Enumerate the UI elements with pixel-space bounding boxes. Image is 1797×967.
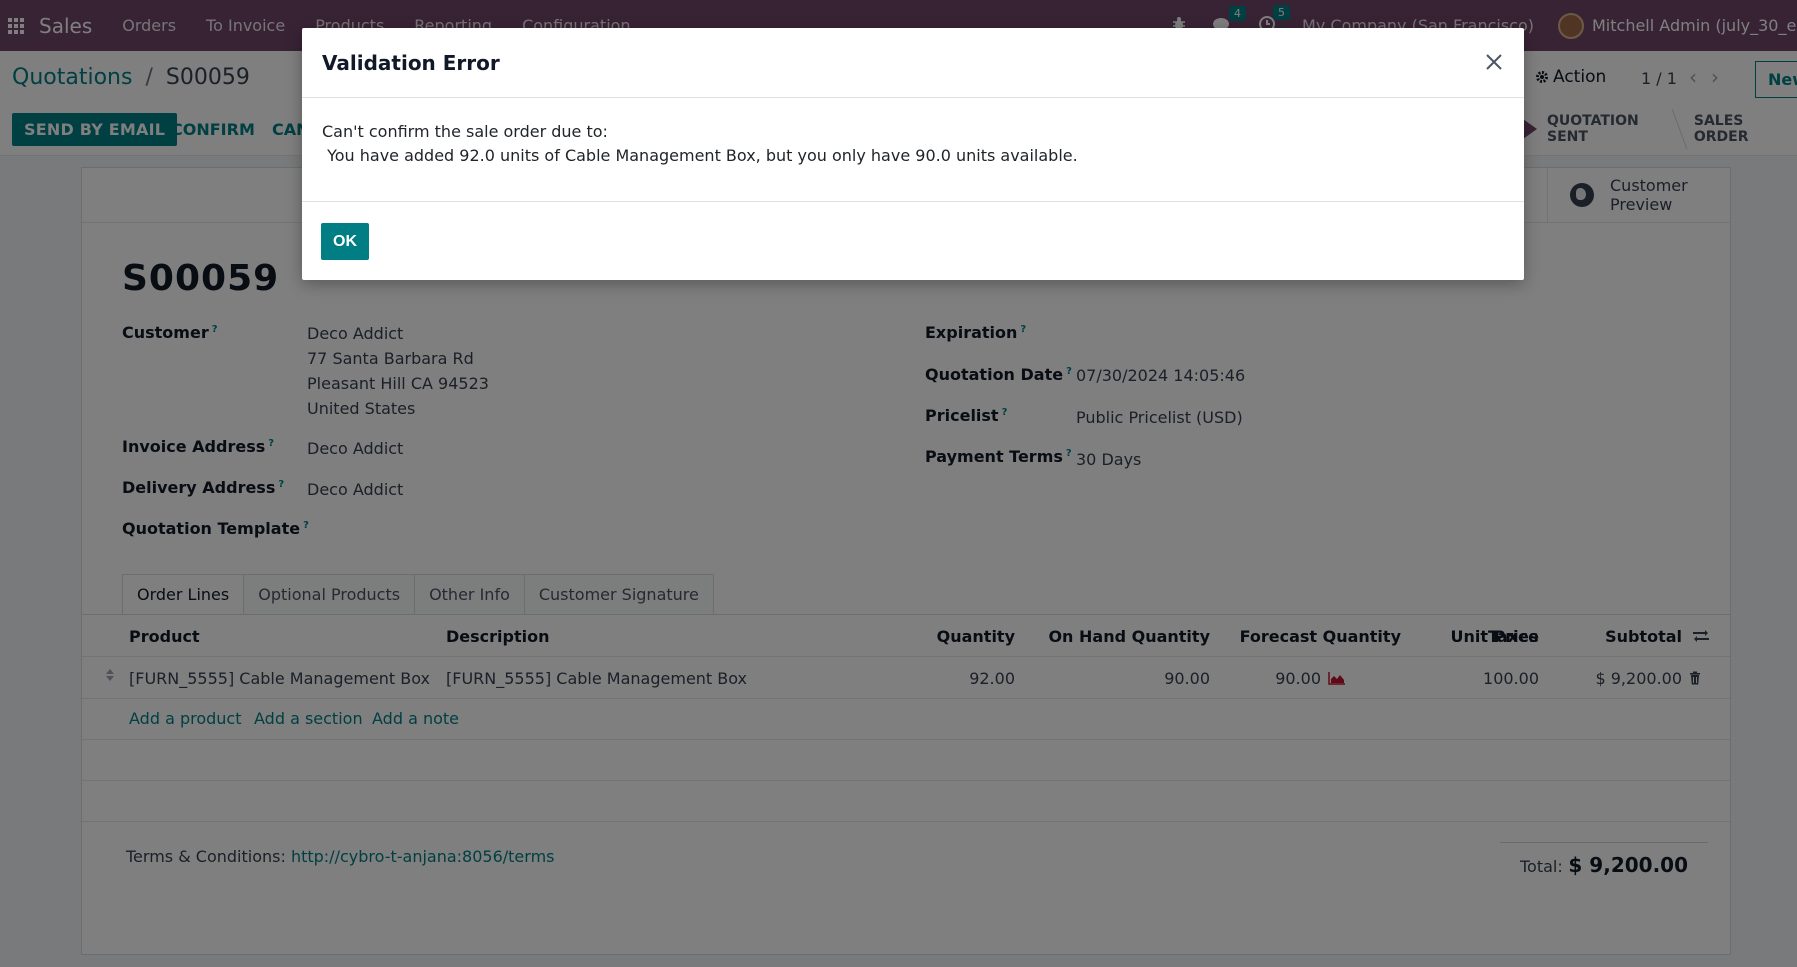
modal-footer: OK — [302, 202, 1524, 280]
modal-title: Validation Error — [322, 51, 500, 75]
error-message-line1: Can't confirm the sale order due to: — [322, 122, 608, 141]
error-message-line2: You have added 92.0 units of Cable Manag… — [322, 146, 1078, 165]
ok-button[interactable]: OK — [321, 223, 369, 260]
validation-error-dialog: Validation Error Can't confirm the sale … — [302, 28, 1524, 280]
modal-header: Validation Error — [302, 28, 1524, 98]
modal-body: Can't confirm the sale order due to: You… — [302, 98, 1524, 202]
close-icon[interactable] — [1482, 50, 1506, 74]
